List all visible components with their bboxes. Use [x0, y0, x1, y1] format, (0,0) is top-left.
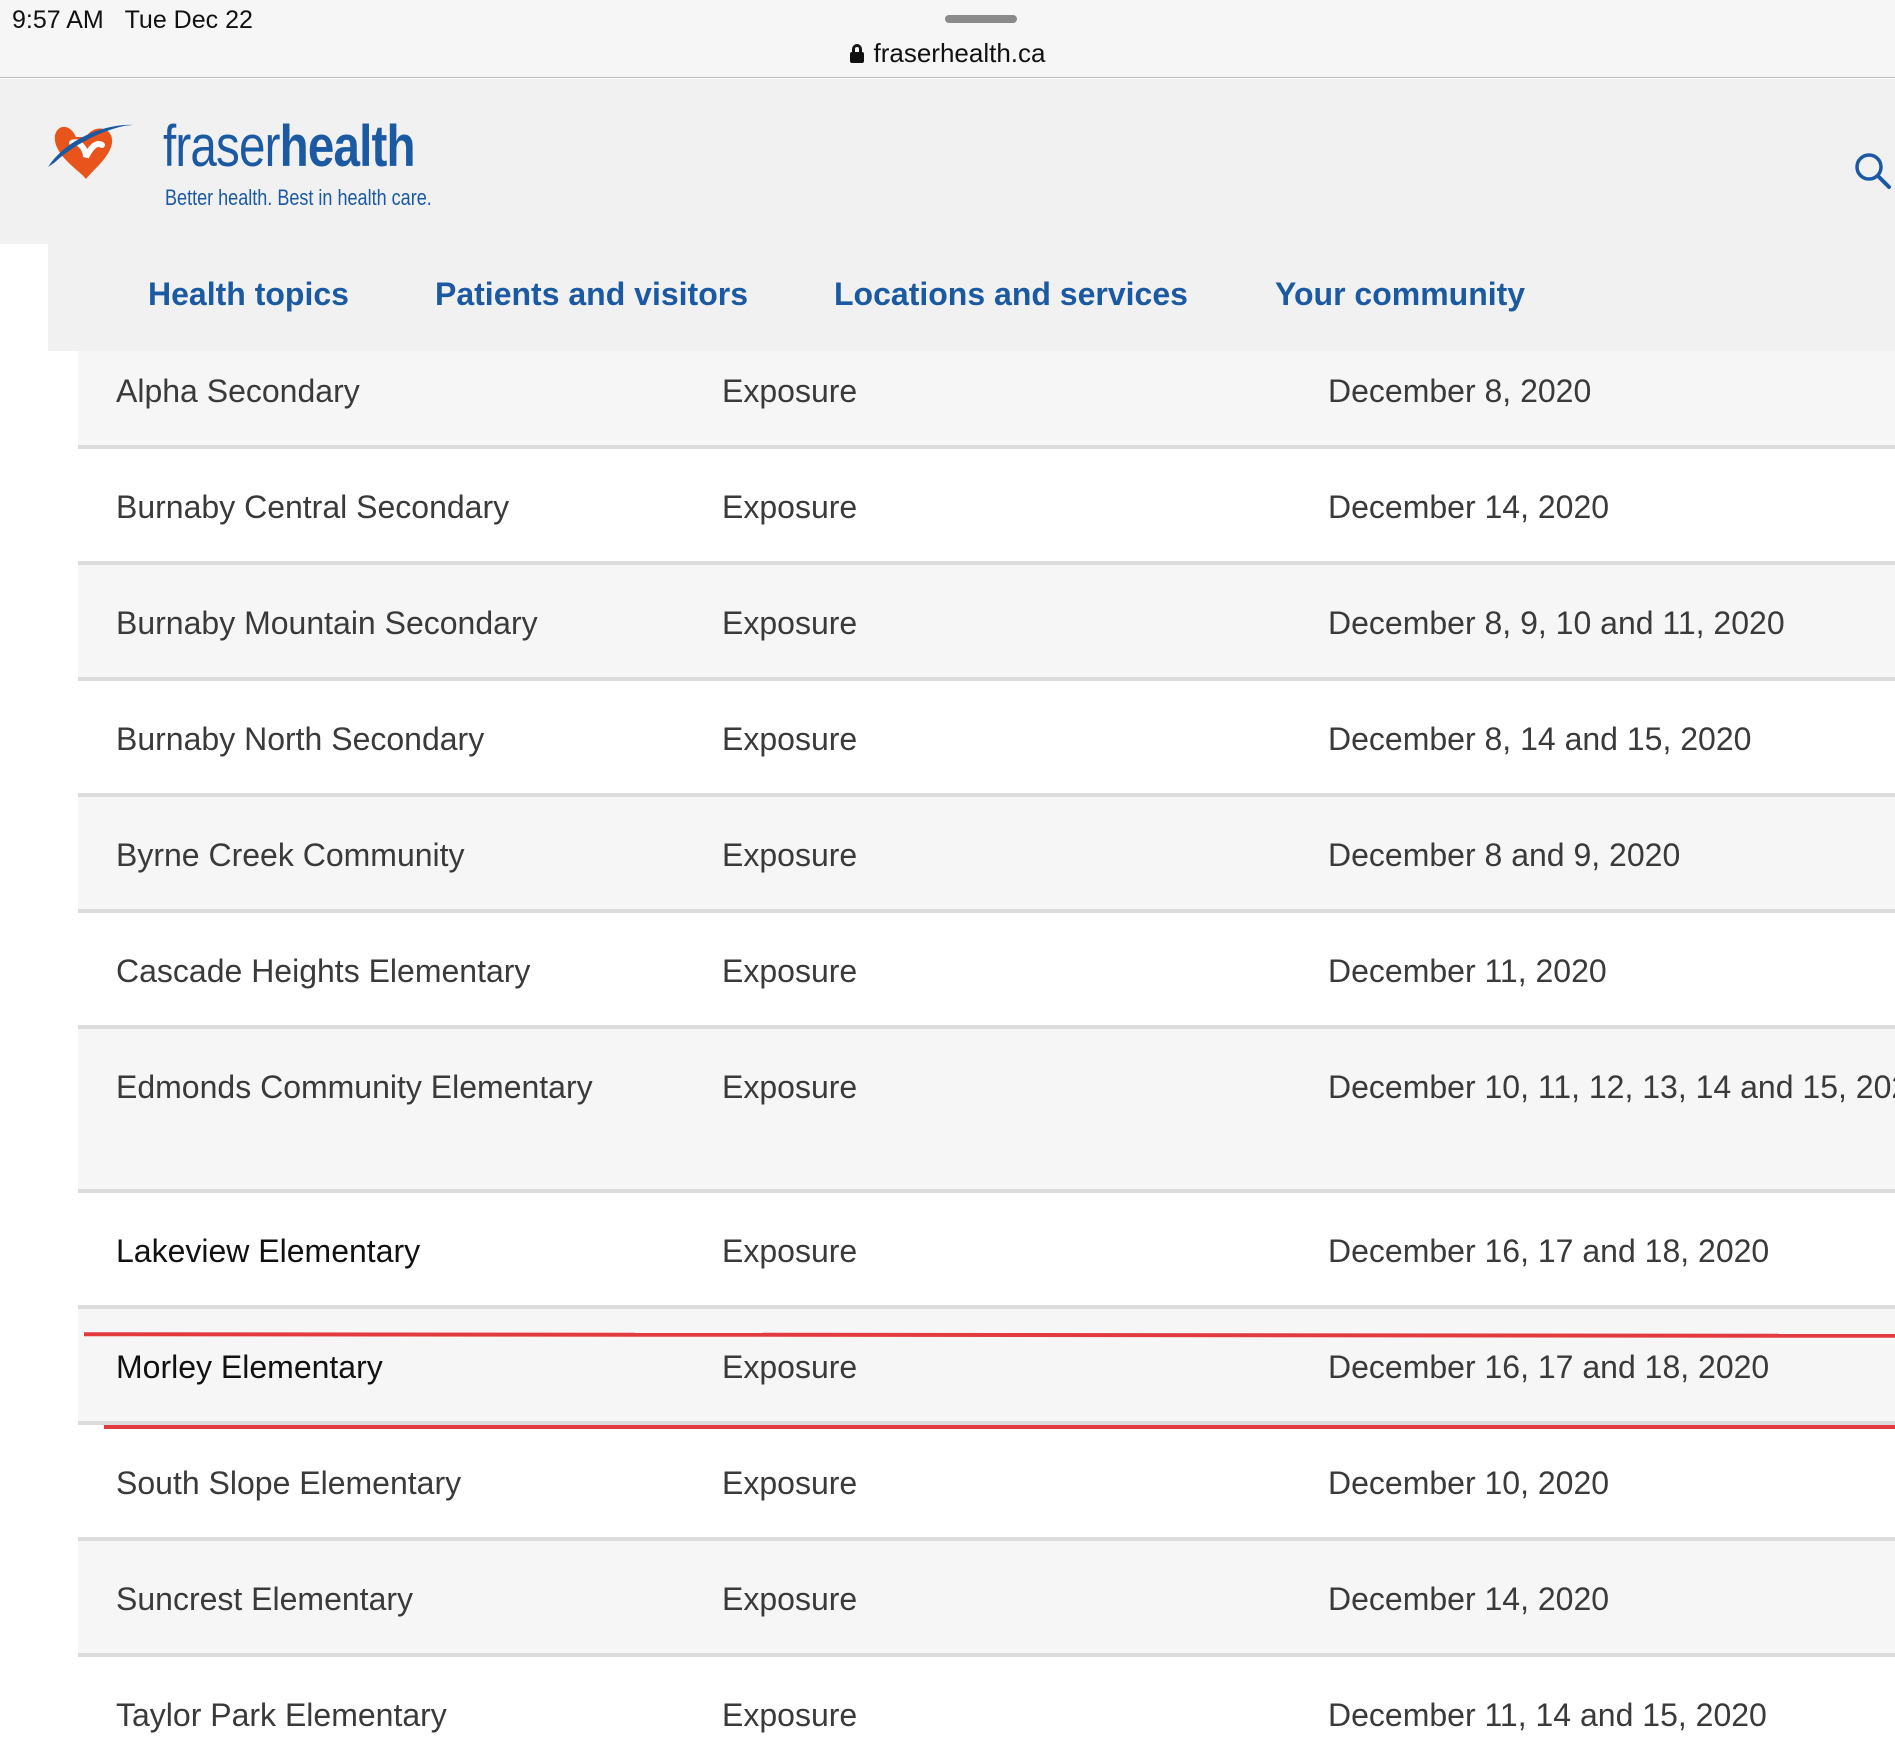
search-icon — [1855, 153, 1891, 189]
table-row: Suncrest Elementary Exposure December 14… — [78, 1541, 1895, 1657]
logo-prefix: fraser — [163, 114, 280, 179]
status-bar: 9:57 AM Tue Dec 22 fraserhealth.ca — [0, 0, 1895, 78]
fraserhealth-logo[interactable]: fraserhealth Better health. Best in heal… — [46, 105, 432, 215]
highlight-line-bottom — [104, 1425, 1895, 1429]
exposure-dates: December 16, 17 and 18, 2020 — [1328, 1233, 1770, 1269]
exposure-dates: December 14, 2020 — [1328, 1581, 1610, 1617]
nav-health-topics[interactable]: Health topics — [148, 276, 349, 313]
window-grabber[interactable] — [945, 15, 1017, 23]
table-row: Edmonds Community Elementary Exposure De… — [78, 1029, 1895, 1193]
address-bar[interactable]: fraserhealth.ca — [0, 38, 1895, 69]
school-name: Taylor Park Elementary — [116, 1697, 447, 1733]
table-row: South Slope Elementary Exposure December… — [78, 1425, 1895, 1541]
exposure-type: Exposure — [722, 1349, 858, 1385]
site-header: fraserhealth Better health. Best in heal… — [0, 79, 1895, 244]
exposure-type: Exposure — [722, 1581, 858, 1617]
school-name: Edmonds Community Elementary — [116, 1069, 593, 1105]
exposure-dates: December 11, 2020 — [1328, 953, 1607, 989]
exposure-dates: December 16, 17 and 18, 2020 — [1328, 1349, 1770, 1385]
table-row: Alpha Secondary Exposure December 8, 202… — [78, 351, 1895, 449]
exposure-dates: December 8, 9, 10 and 11, 2020 — [1328, 605, 1785, 641]
exposure-type: Exposure — [722, 953, 858, 989]
lock-icon — [849, 44, 864, 63]
exposure-type: Exposure — [722, 837, 858, 873]
logo-wordmark: fraserhealth — [163, 113, 416, 180]
exposure-dates: December 10, 2020 — [1328, 1465, 1610, 1501]
exposure-type: Exposure — [722, 1233, 858, 1269]
exposure-type: Exposure — [722, 1697, 858, 1733]
exposure-type: Exposure — [722, 373, 858, 409]
table-row: Cascade Heights Elementary Exposure Dece… — [78, 913, 1895, 1029]
main-nav: Health topics Patients and visitors Loca… — [48, 244, 1895, 351]
nav-your-community[interactable]: Your community — [1275, 276, 1525, 313]
school-name: Morley Elementary — [116, 1349, 383, 1385]
exposure-type: Exposure — [722, 1069, 858, 1105]
heart-logo-icon — [48, 124, 134, 179]
logo-tagline: Better health. Best in health care. — [165, 185, 432, 210]
school-name: Alpha Secondary — [116, 373, 360, 409]
exposure-type: Exposure — [722, 605, 858, 641]
status-time: 9:57 AM Tue Dec 22 — [12, 6, 253, 35]
exposure-dates: December 10, 11, 12, 13, 14 and 15, 2020 — [1328, 1069, 1895, 1105]
table-row: Burnaby Mountain Secondary Exposure Dece… — [78, 565, 1895, 681]
exposure-type: Exposure — [722, 721, 858, 757]
exposure-dates: December 14, 2020 — [1328, 489, 1610, 525]
table-row: Burnaby Central Secondary Exposure Decem… — [78, 449, 1895, 565]
school-name: Cascade Heights Elementary — [116, 953, 531, 989]
search-button[interactable] — [1851, 149, 1895, 193]
exposure-type: Exposure — [722, 1465, 858, 1501]
status-date: Tue Dec 22 — [124, 6, 253, 34]
table-row: Lakeview Elementary Exposure December 16… — [78, 1193, 1895, 1309]
school-name: Lakeview Elementary — [116, 1233, 421, 1269]
nav-locations-and-services[interactable]: Locations and services — [834, 276, 1188, 313]
exposure-dates: December 8 and 9, 2020 — [1328, 837, 1681, 873]
exposure-dates: December 8, 14 and 15, 2020 — [1328, 721, 1752, 757]
school-name: Burnaby Central Secondary — [116, 489, 510, 525]
school-name: South Slope Elementary — [116, 1465, 462, 1501]
school-name: Burnaby North Secondary — [116, 721, 485, 757]
school-name: Burnaby Mountain Secondary — [116, 605, 538, 641]
table-row: Burnaby North Secondary Exposure Decembe… — [78, 681, 1895, 797]
table-row: Byrne Creek Community Exposure December … — [78, 797, 1895, 913]
exposure-dates: December 11, 14 and 15, 2020 — [1328, 1697, 1767, 1733]
school-name: Byrne Creek Community — [116, 837, 465, 873]
status-clock: 9:57 AM — [12, 6, 104, 34]
exposures-table: Alpha Secondary Exposure December 8, 202… — [78, 351, 1895, 1762]
exposure-type: Exposure — [722, 489, 858, 525]
exposure-dates: December 8, 2020 — [1328, 373, 1592, 409]
url-text: fraserhealth.ca — [873, 38, 1046, 68]
table-row-highlighted: Morley Elementary Exposure December 16, … — [78, 1309, 1895, 1425]
table-row: Taylor Park Elementary Exposure December… — [78, 1657, 1895, 1762]
school-name: Suncrest Elementary — [116, 1581, 414, 1617]
nav-patients-and-visitors[interactable]: Patients and visitors — [435, 276, 748, 313]
logo-suffix: health — [279, 114, 416, 179]
